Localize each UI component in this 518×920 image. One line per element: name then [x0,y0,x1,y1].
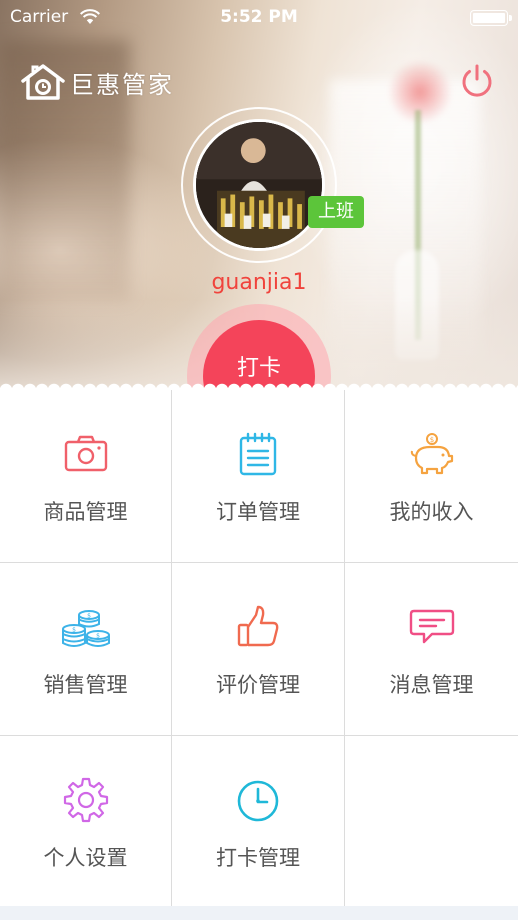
piggy-bank-icon: $ [410,433,453,475]
menu-item-messages[interactable]: 消息管理 [345,563,518,736]
menu-item-label: 个人设置 [43,846,128,870]
camera-icon [64,435,107,472]
clock: 5:52 PM [220,7,298,27]
thumbs-up-icon [237,605,279,647]
avatar[interactable] [193,119,325,251]
menu-grid: 商品管理 订单管理 $ 我的收入 $ $ $ 销售管理 评价管理 消息管理 个人… [0,390,518,909]
message-icon [409,609,454,644]
menu-item-products[interactable]: 商品管理 [0,390,172,563]
menu-item-label: 我的收入 [389,500,474,524]
bottom-strip [0,906,518,920]
notepad-icon [239,432,277,476]
menu-item-label: 打卡管理 [216,846,300,870]
menu-item-settings[interactable]: 个人设置 [0,736,172,909]
status-bar: Carrier 5:52 PM [0,0,518,34]
app-logo: 巨惠管家 [20,62,174,102]
menu-item-reviews[interactable]: 评价管理 [172,563,345,736]
app-name: 巨惠管家 [70,70,174,99]
svg-text:$: $ [72,627,76,634]
username: guanjia1 [211,270,307,295]
menu-item-label: 评价管理 [216,673,300,697]
clock-icon [237,780,279,822]
menu-item-label: 订单管理 [216,500,300,524]
gear-icon [63,777,108,823]
coins-icon: $ $ $ [61,610,110,647]
menu-item-attendance[interactable]: 打卡管理 [172,736,345,909]
on-duty-badge: 上班 [308,196,364,228]
house-logo-icon [21,64,65,100]
menu-item-label: 商品管理 [43,500,128,524]
menu-item-sales[interactable]: $ $ $ 销售管理 [0,563,172,736]
menu-item-label: 消息管理 [389,673,474,697]
menu-item-income[interactable]: $ 我的收入 [345,390,518,563]
menu-item-orders[interactable]: 订单管理 [172,390,345,563]
avatar-photo [196,122,322,248]
battery-icon [470,10,512,26]
power-icon[interactable] [458,62,496,100]
svg-text:$: $ [87,613,91,620]
svg-text:$: $ [429,436,433,444]
svg-text:$: $ [96,633,100,640]
menu-item-label: 销售管理 [43,673,128,697]
menu-item-empty [345,736,518,909]
